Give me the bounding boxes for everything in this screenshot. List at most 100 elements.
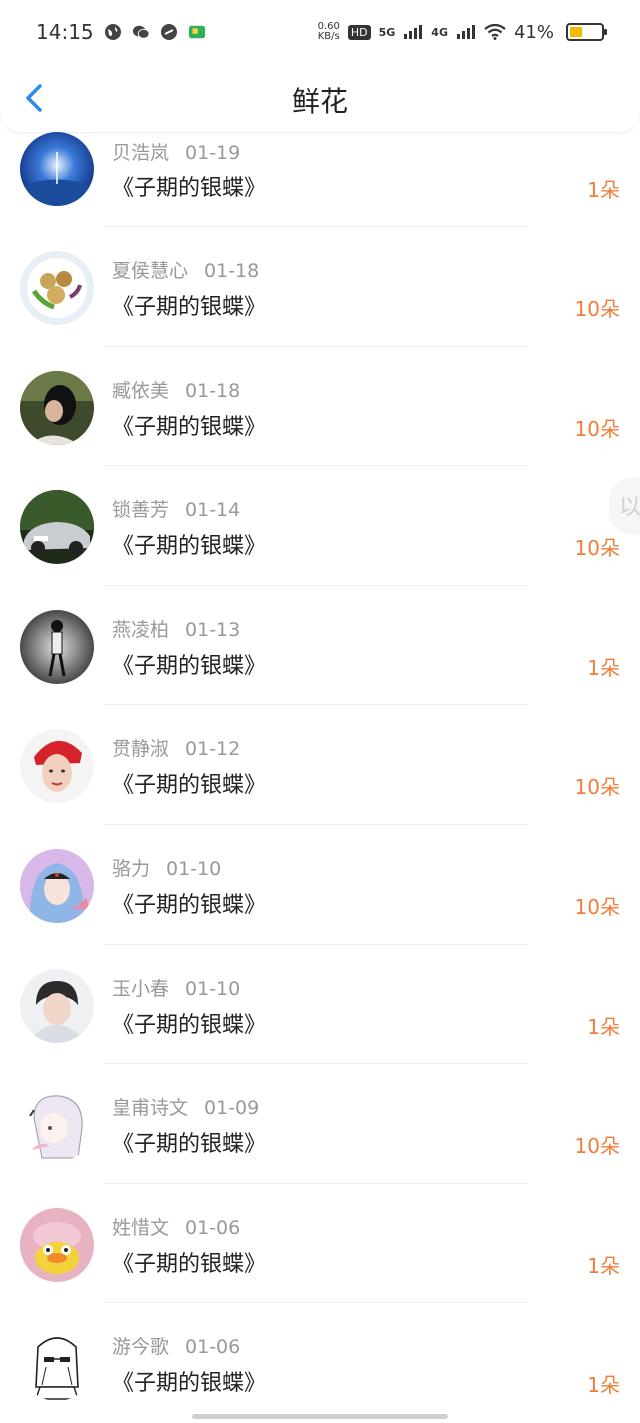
list-item[interactable]: 夏侯慧心 01-18 《子期的银蝶》 10朵 (0, 227, 640, 347)
battery-level (570, 27, 582, 37)
avatar[interactable] (20, 729, 94, 804)
user-name: 姓惜文 (112, 1216, 170, 1239)
item-meta: 夏侯慧心 01-18 (112, 256, 259, 283)
item-date: 01-14 (185, 499, 241, 522)
item-date: 01-06 (185, 1336, 241, 1359)
user-name: 燕凌柏 (112, 618, 170, 641)
avatar[interactable] (20, 1207, 94, 1282)
item-date: 01-18 (204, 260, 260, 282)
list-item[interactable]: 皇甫诗文 01-09 《子期的银蝶》 10朵 (0, 1064, 640, 1184)
book-title: 《子期的银蝶》 (112, 295, 267, 320)
signal-5g: 5G (378, 25, 396, 39)
flower-count: 1朵 (587, 1373, 620, 1398)
item-meta: 皇甫诗文 01-09 (112, 1093, 259, 1120)
wechat-icon (132, 25, 150, 39)
wifi-icon (484, 24, 506, 40)
book-title: 《子期的银蝶》 (112, 534, 267, 560)
item-meta: 锁善芳 01-14 (112, 495, 240, 522)
item-meta: 游今歌 01-06 (112, 1332, 240, 1359)
side-handle[interactable]: 以 (610, 478, 640, 532)
book-title: 《子期的银蝶》 (112, 1012, 267, 1038)
status-left: 14:15 (36, 20, 206, 44)
book-title: 《子期的银蝶》 (112, 653, 267, 679)
avatar[interactable] (20, 968, 94, 1043)
list-item[interactable]: 玉小春 01-10 《子期的银蝶》 1朵 (0, 945, 640, 1065)
user-name: 臧依美 (112, 379, 170, 402)
home-indicator[interactable] (192, 1414, 448, 1419)
flower-count: 10朵 (574, 297, 620, 321)
flower-count: 1朵 (587, 655, 620, 680)
list-item[interactable]: 骆力 01-10 《子期的银蝶》 10朵 (0, 825, 640, 945)
avatar[interactable] (20, 609, 94, 684)
item-date: 01-12 (185, 738, 241, 761)
item-meta: 姓惜文 01-06 (112, 1213, 240, 1240)
flower-count: 1朵 (587, 1014, 620, 1039)
flower-count: 1朵 (587, 1253, 620, 1278)
item-meta: 贝浩岚 01-19 (112, 138, 240, 165)
list-item[interactable]: 贝浩岚 01-19 《子期的银蝶》 1朵 (0, 132, 640, 227)
avatar[interactable] (20, 1327, 94, 1402)
book-title: 《子期的银蝶》 (112, 892, 267, 918)
app-header: 鲜花 (0, 64, 640, 133)
item-date: 01-09 (204, 1097, 260, 1120)
avatar[interactable] (20, 490, 94, 565)
item-date: 01-10 (185, 977, 241, 1000)
user-name: 游今歌 (112, 1336, 170, 1359)
net-speed: 0.60 KB/s (317, 21, 340, 42)
item-meta: 臧依美 01-18 (112, 376, 240, 403)
status-bar: 14:15 0.60 KB/s HD 5G 4G 41% (0, 0, 640, 64)
item-date: 01-10 (166, 857, 222, 880)
clock: 14:15 (36, 20, 94, 44)
flower-count: 10朵 (574, 1134, 620, 1159)
list-item[interactable]: 燕凌柏 01-13 《子期的银蝶》 1朵 (0, 586, 640, 706)
book-title: 《子期的银蝶》 (112, 1251, 267, 1277)
list-item[interactable]: 锁善芳 01-14 《子期的银蝶》 10朵 (0, 466, 640, 586)
user-name: 皇甫诗文 (112, 1097, 189, 1120)
item-date: 01-06 (185, 1216, 241, 1239)
avatar[interactable] (20, 848, 94, 923)
book-title: 《子期的银蝶》 (112, 1132, 267, 1158)
item-meta: 贯静淑 01-12 (112, 734, 240, 761)
book-title: 《子期的银蝶》 (112, 414, 267, 440)
flower-count: 10朵 (574, 894, 620, 919)
item-meta: 骆力 01-10 (112, 854, 221, 881)
list-item[interactable]: 姓惜文 01-06 《子期的银蝶》 1朵 (0, 1184, 640, 1304)
avatar[interactable] (20, 132, 94, 206)
avatar[interactable] (20, 1088, 94, 1163)
item-date: 01-18 (185, 379, 241, 402)
signal-bars-icon (404, 25, 423, 39)
battery-icon (566, 23, 607, 41)
user-name: 贝浩岚 (112, 142, 170, 164)
globe-icon (104, 24, 121, 40)
item-date: 01-13 (185, 618, 241, 641)
item-meta: 燕凌柏 01-13 (112, 615, 240, 642)
app-icon (188, 25, 205, 39)
flower-record-list: 贝浩岚 01-19 《子期的银蝶》 1朵 夏侯慧心 01-18 《子期的银蝶》 10朵 臧依美 0… (0, 132, 640, 1423)
signal-bars-icon (456, 25, 475, 39)
side-handle-glyph: 以 (618, 495, 640, 520)
user-name: 玉小春 (112, 977, 170, 1000)
list-item[interactable]: 游今歌 01-06 《子期的银蝶》 1朵 (0, 1303, 640, 1423)
user-name: 锁善芳 (112, 499, 170, 522)
item-date: 01-19 (185, 142, 241, 164)
flower-count: 1朵 (587, 178, 620, 202)
book-title: 《子期的银蝶》 (112, 773, 267, 799)
item-meta: 玉小春 01-10 (112, 974, 240, 1001)
book-title: 《子期的银蝶》 (112, 1371, 267, 1397)
flower-count: 10朵 (574, 416, 620, 441)
page-title: 鲜花 (291, 85, 348, 118)
flower-count: 10朵 (574, 775, 620, 800)
user-name: 夏侯慧心 (112, 260, 189, 282)
list-item[interactable]: 贯静淑 01-12 《子期的银蝶》 10朵 (0, 705, 640, 825)
link-icon (160, 24, 177, 40)
status-right: 0.60 KB/s HD 5G 4G 41% (317, 21, 607, 43)
user-name: 贯静淑 (112, 738, 170, 761)
book-title: 《子期的银蝶》 (112, 176, 267, 201)
avatar[interactable] (20, 251, 94, 325)
avatar[interactable] (20, 370, 94, 445)
list-item[interactable]: 臧依美 01-18 《子期的银蝶》 10朵 (0, 347, 640, 467)
user-name: 骆力 (112, 857, 151, 880)
battery-percent: 41% (513, 21, 554, 43)
signal-4g: 4G (431, 25, 448, 39)
flower-count: 10朵 (574, 536, 620, 561)
